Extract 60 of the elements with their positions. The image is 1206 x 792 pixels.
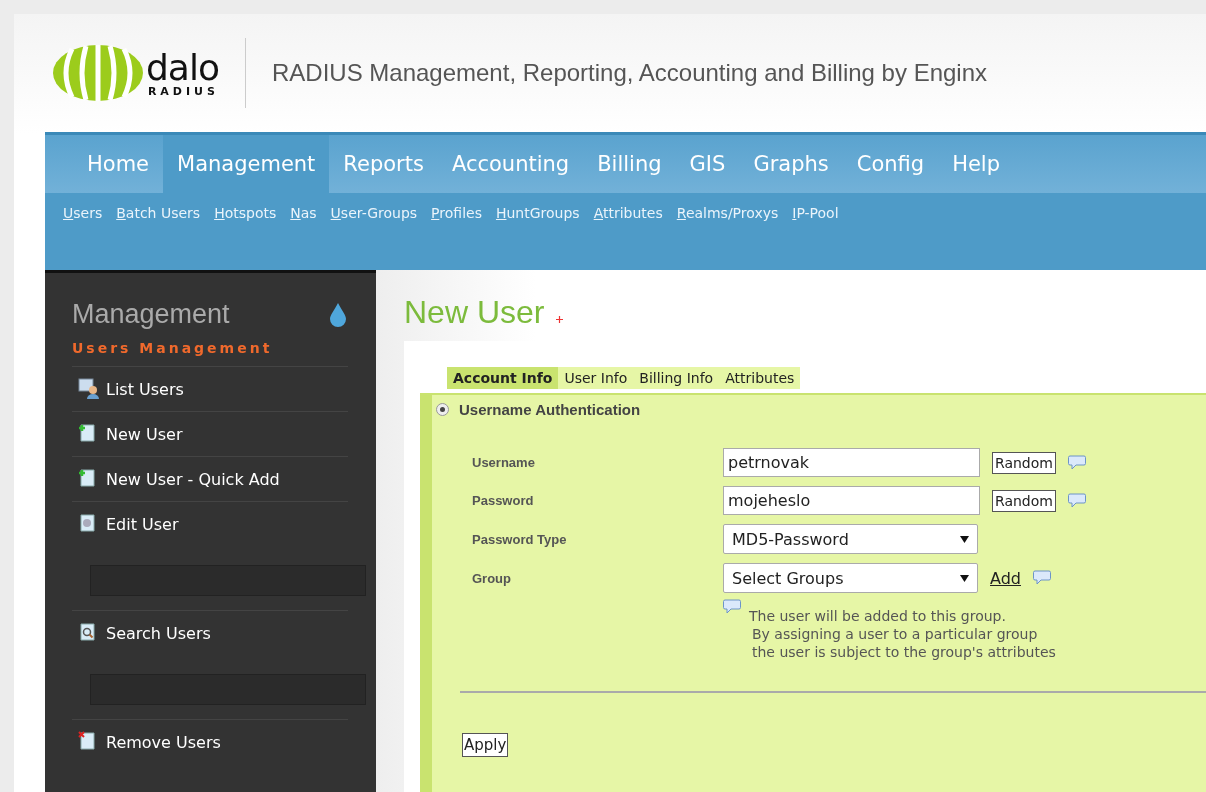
speech-bubble-icon	[1067, 454, 1086, 471]
submenu-link[interactable]: Users	[63, 205, 103, 221]
sidebar-section-title: Users Management	[72, 340, 274, 356]
submenu-link[interactable]: Batch Users	[116, 205, 201, 221]
input-field[interactable]: petrnovak	[723, 448, 980, 477]
dropdown-arrow-icon	[960, 535, 969, 543]
input-field[interactable]: mojeheslo	[723, 486, 980, 515]
random-button[interactable]: Random	[992, 489, 1056, 512]
sidebar-link[interactable]: New User	[78, 421, 348, 447]
field-label: Username	[472, 454, 536, 472]
page-title: New User	[404, 294, 545, 331]
tab[interactable]: User Info	[558, 367, 634, 389]
menu-item[interactable]: Help	[938, 135, 1014, 193]
speech-bubble-icon	[723, 599, 741, 615]
submenu-link[interactable]: Profiles	[431, 205, 482, 221]
menu-item[interactable]: Graphs	[739, 135, 843, 193]
striped-globe-icon	[52, 44, 144, 102]
menu-item[interactable]: GIS	[675, 135, 740, 193]
menu-item[interactable]: Accounting	[437, 135, 584, 193]
sidebar-link[interactable]: Remove Users	[78, 729, 348, 755]
radio-button[interactable]	[436, 403, 449, 416]
tab[interactable]: Billing Info	[633, 367, 720, 389]
submenu-link[interactable]: Realms/Proxys	[676, 205, 779, 221]
add-link[interactable]: Add	[990, 568, 1021, 588]
submenu-link[interactable]: HuntGroups	[495, 205, 580, 221]
dropdown[interactable]: Select Groups	[723, 563, 978, 593]
radio-label: Username Authentication	[459, 401, 641, 418]
sidebar-link[interactable]: New User - Quick Add	[78, 466, 348, 492]
speech-bubble-icon	[1067, 492, 1086, 509]
field-label: Password	[472, 492, 535, 510]
menu-item[interactable]: Billing	[583, 135, 676, 193]
tagline: RADIUS Management, Reporting, Accounting and Billing by Enginx	[271, 59, 988, 87]
menu-item[interactable]: Management	[163, 135, 330, 193]
submenu-link[interactable]: Hotspots	[214, 205, 277, 221]
help-text: The user will be added to this group. By assigning a user to a particular group the user is subject to the group's attributes	[749, 607, 1056, 661]
tab[interactable]: Account Info	[447, 367, 559, 389]
menu-item[interactable]: Config	[842, 135, 939, 193]
submenu-link[interactable]: IP-Pool	[792, 205, 839, 221]
plus-icon	[556, 316, 564, 323]
submenu-link[interactable]: User-Groups	[330, 205, 418, 221]
logo-subtitle: RADIUS	[147, 85, 219, 97]
submenu-link[interactable]: Attributes	[593, 205, 663, 221]
tab[interactable]: Attributes	[719, 367, 801, 389]
dropdown-arrow-icon	[960, 574, 969, 582]
submenu-link[interactable]: Nas	[290, 205, 317, 221]
apply-button[interactable]: Apply	[462, 733, 509, 757]
random-button[interactable]: Random	[992, 451, 1056, 474]
menu-item[interactable]: Home	[73, 135, 163, 193]
speech-bubble-icon	[1033, 570, 1051, 586]
sidebar-link[interactable]: List Users	[78, 376, 348, 402]
sidebar-link[interactable]: Search Users	[78, 620, 348, 646]
user-list-icon	[78, 378, 100, 400]
field-label: Group	[472, 569, 512, 588]
sidebar-title: Management	[72, 299, 230, 330]
menu-item[interactable]: Reports	[329, 135, 438, 193]
logo-wordmark: dalo	[146, 49, 219, 86]
sidebar-link[interactable]: Edit User	[78, 511, 348, 537]
water-drop-icon	[328, 301, 348, 328]
field-label: Password Type	[472, 530, 568, 549]
dropdown[interactable]: MD5-Password	[723, 524, 978, 554]
